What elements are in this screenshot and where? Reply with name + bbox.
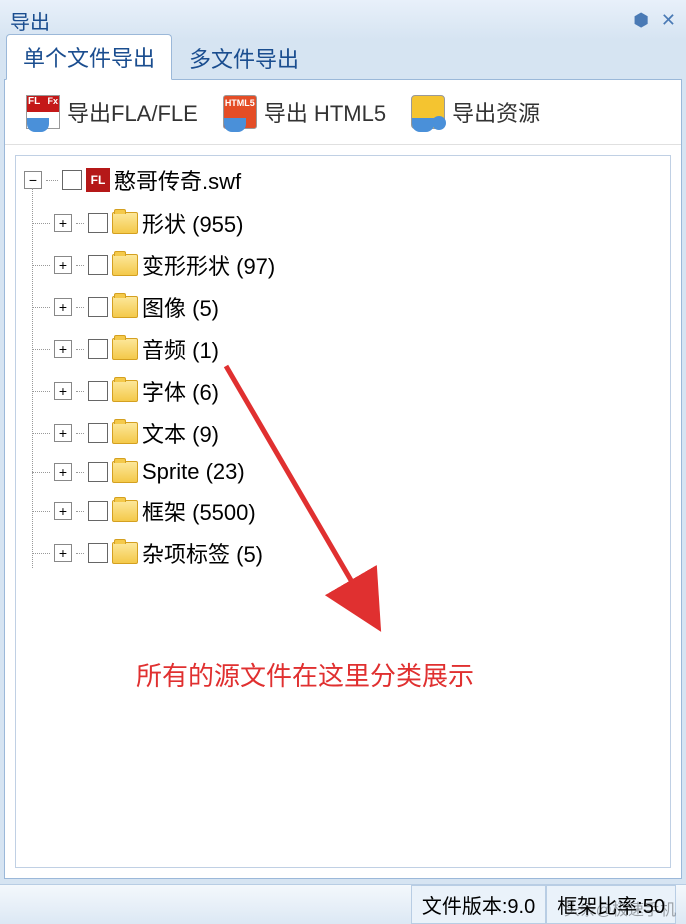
window-title: 导出: [10, 6, 50, 35]
tree-item[interactable]: + 形状 (955): [54, 202, 662, 244]
item-label: 变形形状 (97): [142, 249, 275, 281]
annotation-text: 所有的源文件在这里分类展示: [136, 656, 474, 693]
folder-icon: [112, 500, 138, 522]
item-checkbox[interactable]: [88, 255, 108, 275]
expand-icon[interactable]: +: [54, 340, 72, 358]
item-label: 字体 (6): [142, 375, 219, 407]
tree-item[interactable]: + 音频 (1): [54, 328, 662, 370]
titlebar-buttons: ⬢ ✕: [633, 10, 676, 31]
flash-file-icon: FL: [86, 168, 110, 192]
export-resource-button[interactable]: 导出资源: [410, 94, 540, 130]
content-area: 导出FLA/FLE HTML5 导出 HTML5 导出资源 −: [4, 79, 682, 879]
tab-label: 多文件导出: [189, 47, 299, 72]
folder-icon: [112, 296, 138, 318]
item-label: 图像 (5): [142, 291, 219, 323]
folder-icon: [112, 212, 138, 234]
button-label: 导出资源: [452, 96, 540, 128]
tree-item[interactable]: + 图像 (5): [54, 286, 662, 328]
html5-icon: HTML5: [222, 94, 258, 130]
folder-icon: [112, 461, 138, 483]
tree-item[interactable]: + Sprite (23): [54, 454, 662, 490]
tree-item[interactable]: + 文本 (9): [54, 412, 662, 454]
expand-icon[interactable]: +: [54, 298, 72, 316]
tree-item[interactable]: + 框架 (5500): [54, 490, 662, 532]
expand-icon[interactable]: +: [54, 463, 72, 481]
tree-root-item[interactable]: − FL 憨哥传奇.swf: [24, 164, 662, 196]
collapse-icon[interactable]: −: [24, 171, 42, 189]
folder-icon: [112, 338, 138, 360]
expand-icon[interactable]: +: [54, 544, 72, 562]
tab-label: 单个文件导出: [23, 46, 155, 71]
tab-strip: 单个文件导出 多文件导出: [0, 40, 686, 80]
tab-multi-export[interactable]: 多文件导出: [172, 35, 316, 80]
item-checkbox[interactable]: [88, 381, 108, 401]
item-checkbox[interactable]: [88, 462, 108, 482]
watermark: 头条@极速手机: [564, 896, 676, 920]
export-fla-button[interactable]: 导出FLA/FLE: [25, 94, 198, 130]
button-label: 导出 HTML5: [264, 96, 386, 128]
item-checkbox[interactable]: [88, 543, 108, 563]
folder-icon: [112, 254, 138, 276]
tree-item[interactable]: + 杂项标签 (5): [54, 532, 662, 574]
file-version-cell: 文件版本:9.0: [411, 885, 546, 924]
fla-icon: [25, 94, 61, 130]
item-checkbox[interactable]: [88, 423, 108, 443]
statusbar: 文件版本:9.0 框架比率:50 头条@极速手机: [0, 884, 686, 924]
tree-view[interactable]: − FL 憨哥传奇.swf + 形状 (955) + 变形形状 (97) + 图像 (5)…: [15, 155, 671, 868]
expand-icon[interactable]: +: [54, 256, 72, 274]
tab-single-export[interactable]: 单个文件导出: [6, 34, 172, 80]
item-checkbox[interactable]: [88, 213, 108, 233]
pin-icon[interactable]: ⬢: [633, 10, 649, 31]
folder-icon: [112, 380, 138, 402]
close-icon[interactable]: ✕: [661, 10, 676, 31]
item-checkbox[interactable]: [88, 501, 108, 521]
item-checkbox[interactable]: [88, 297, 108, 317]
expand-icon[interactable]: +: [54, 214, 72, 232]
root-label: 憨哥传奇.swf: [114, 164, 241, 196]
export-html5-button[interactable]: HTML5 导出 HTML5: [222, 94, 386, 130]
button-label: 导出FLA/FLE: [67, 96, 198, 128]
resource-icon: [410, 94, 446, 130]
tree-item[interactable]: + 变形形状 (97): [54, 244, 662, 286]
item-label: 框架 (5500): [142, 495, 256, 527]
item-label: 文本 (9): [142, 417, 219, 449]
root-checkbox[interactable]: [62, 170, 82, 190]
item-label: Sprite (23): [142, 459, 245, 485]
folder-icon: [112, 542, 138, 564]
expand-icon[interactable]: +: [54, 382, 72, 400]
expand-icon[interactable]: +: [54, 424, 72, 442]
item-label: 形状 (955): [142, 207, 243, 239]
item-label: 音频 (1): [142, 333, 219, 365]
tree-children: + 形状 (955) + 变形形状 (97) + 图像 (5) + 音频 (1) + 字体 (6)…: [54, 202, 662, 574]
folder-icon: [112, 422, 138, 444]
tree-item[interactable]: + 字体 (6): [54, 370, 662, 412]
toolbar: 导出FLA/FLE HTML5 导出 HTML5 导出资源: [5, 80, 681, 145]
expand-icon[interactable]: +: [54, 502, 72, 520]
item-label: 杂项标签 (5): [142, 537, 263, 569]
item-checkbox[interactable]: [88, 339, 108, 359]
export-window: 导出 ⬢ ✕ 单个文件导出 多文件导出 导出FLA/FLE HTML5: [0, 0, 686, 924]
